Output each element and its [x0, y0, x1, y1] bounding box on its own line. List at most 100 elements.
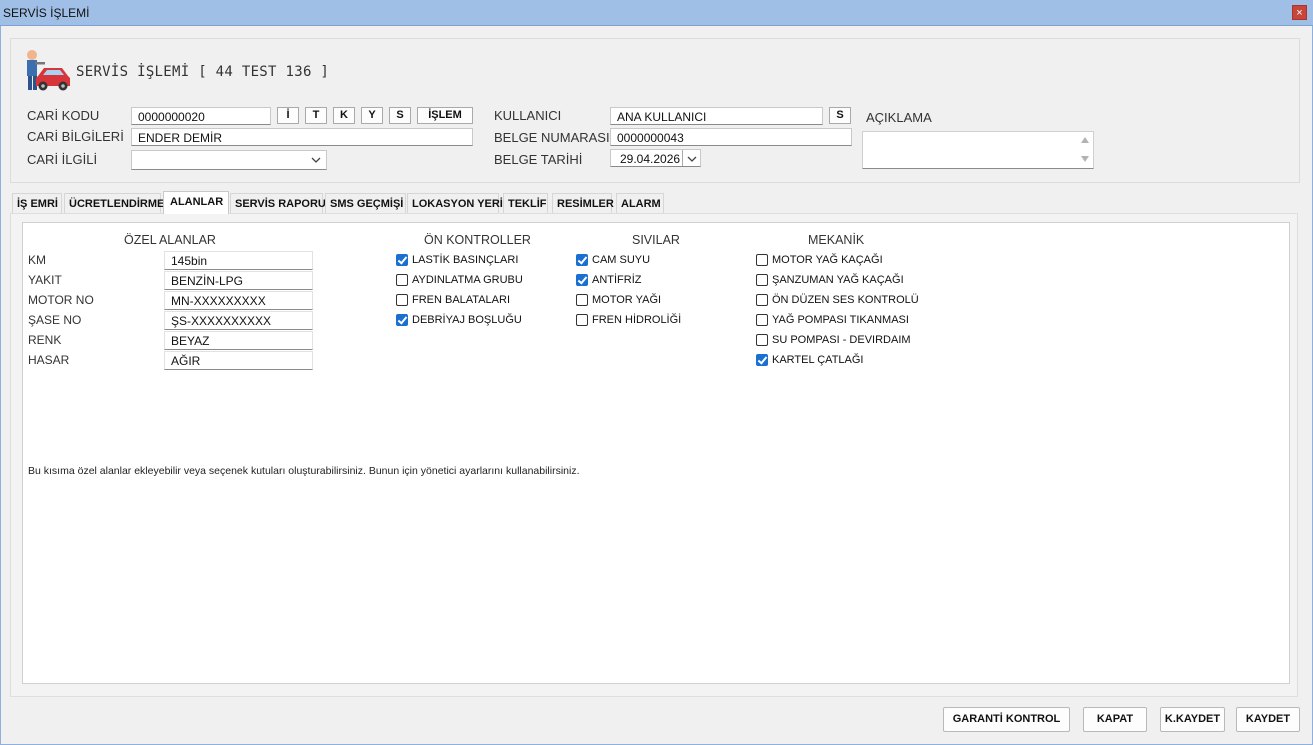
checkbox-item[interactable]: LASTİK BASINÇLARI [396, 252, 518, 268]
checkbox-checked-icon[interactable] [396, 314, 408, 326]
kapat-button[interactable]: KAPAT [1083, 707, 1147, 732]
cari-ilgili-select[interactable] [131, 150, 327, 170]
checkbox-label: ÖN DÜZEN SES KONTROLÜ [772, 294, 919, 306]
checkbox-item[interactable]: MOTOR YAĞI [576, 292, 661, 308]
field-hasar-input[interactable]: AĞIR [164, 351, 313, 370]
checkbox-item[interactable]: CAM SUYU [576, 252, 650, 268]
cari-bilgileri-input[interactable]: ENDER DEMİR [131, 128, 473, 146]
mechanic-car-icon [27, 50, 70, 91]
checkbox-item[interactable]: ŞANZUMAN YAĞ KAÇAĞI [756, 272, 904, 288]
field-label: ŞASE NO [28, 313, 82, 327]
checkbox-label: SU POMPASI - DEVIRDAIM [772, 334, 911, 346]
checkbox-unchecked-icon[interactable] [756, 334, 768, 346]
k-kaydet-button[interactable]: K.KAYDET [1160, 707, 1225, 732]
cari-s-button[interactable]: S [389, 107, 411, 124]
checkbox-label: MOTOR YAĞI [592, 294, 662, 306]
garanti-kontrol-button[interactable]: GARANTİ KONTROL [943, 707, 1070, 732]
belge-numarasi-input[interactable]: 0000000043 [610, 128, 852, 146]
tab-alarm[interactable]: ALARM [616, 193, 664, 213]
field-renk-input[interactable]: BEYAZ [164, 331, 313, 350]
tab-lokasyon-yeri[interactable]: LOKASYON YERİ [407, 193, 503, 213]
checkbox-item[interactable]: DEBRİYAJ BOŞLUĞU [396, 312, 522, 328]
cari-i-button[interactable]: İ [277, 107, 299, 124]
close-button[interactable]: × [1292, 5, 1307, 20]
checkbox-checked-icon[interactable] [756, 354, 768, 366]
field-motor-no-input[interactable]: MN-XXXXXXXXX [164, 291, 313, 310]
tab-resimler[interactable]: RESİMLER [552, 193, 614, 213]
checkbox-item[interactable]: AYDINLATMA GRUBU [396, 272, 523, 288]
kaydet-button[interactable]: KAYDET [1236, 707, 1300, 732]
islem-button[interactable]: İŞLEM [417, 107, 473, 124]
checkbox-item[interactable]: FREN HİDROLİĞİ [576, 312, 681, 328]
field-label: RENK [28, 333, 62, 347]
checkbox-unchecked-icon[interactable] [396, 274, 408, 286]
checkbox-unchecked-icon[interactable] [576, 314, 588, 326]
checkbox-unchecked-icon[interactable] [756, 314, 768, 326]
chevron-down-icon [311, 157, 321, 163]
cari-kodu-input[interactable]: 0000000020 [131, 107, 271, 125]
tab-alanlar[interactable]: ALANLAR [163, 191, 229, 214]
checkbox-unchecked-icon[interactable] [396, 294, 408, 306]
cari-t-button[interactable]: T [305, 107, 327, 124]
checkbox-label: ANTİFRİZ [592, 274, 642, 286]
mekanik-title: MEKANİK [808, 233, 865, 247]
title-bar: SERVİS İŞLEMİ × [0, 0, 1313, 26]
field-label: MOTOR NO [28, 293, 94, 307]
date-dropdown-button[interactable] [682, 150, 700, 166]
checkbox-label: CAM SUYU [592, 254, 651, 266]
checkbox-checked-icon[interactable] [576, 274, 588, 286]
checkbox-label: FREN BALATALARI [412, 294, 511, 306]
belge-numarasi-label: BELGE NUMARASI [494, 130, 610, 145]
kullanici-label: KULLANICI [494, 108, 562, 123]
checkbox-label: LASTİK BASINÇLARI [412, 254, 519, 266]
checkbox-item[interactable]: KARTEL ÇATLAĞI [756, 352, 864, 368]
cari-kodu-label: CARİ KODU [27, 108, 100, 123]
field-km-input[interactable]: 145bin [164, 251, 313, 270]
checkbox-unchecked-icon[interactable] [756, 274, 768, 286]
cari-k-button[interactable]: K [333, 107, 355, 124]
checkbox-item[interactable]: FREN BALATALARI [396, 292, 510, 308]
checkbox-item[interactable]: YAĞ POMPASI TIKANMASI [756, 312, 909, 328]
info-note: Bu kısıma özel alanlar ekleyebilir veya … [28, 465, 580, 477]
checkbox-item[interactable]: SU POMPASI - DEVIRDAIM [756, 332, 911, 348]
tab-ucretlendirme[interactable]: ÜCRETLENDİRME [64, 193, 164, 213]
checkbox-label: KARTEL ÇATLAĞI [772, 354, 864, 366]
checkbox-item[interactable]: MOTOR YAĞ KAÇAĞI [756, 252, 883, 268]
field-label: HASAR [28, 353, 70, 367]
aciklama-scrollbar[interactable] [1077, 132, 1093, 168]
belge-tarihi-label: BELGE TARİHİ [494, 152, 583, 167]
field-label: KM [28, 253, 46, 267]
tab-sms-gecmisi[interactable]: SMS GEÇMİŞİ [325, 193, 406, 213]
field-yakit-input[interactable]: BENZİN-LPG [164, 271, 313, 290]
on-kontroller-title: ÖN KONTROLLER [424, 233, 531, 247]
checkbox-checked-icon[interactable] [576, 254, 588, 266]
scroll-up-icon[interactable] [1081, 137, 1089, 143]
sivilar-title: SIVILAR [632, 233, 680, 247]
checkbox-label: MOTOR YAĞ KAÇAĞI [772, 254, 883, 266]
checkbox-unchecked-icon[interactable] [576, 294, 588, 306]
tab-servis-raporu[interactable]: SERVİS RAPORU [230, 193, 326, 213]
tab-is-emri[interactable]: İŞ EMRİ [12, 193, 62, 213]
checkbox-unchecked-icon[interactable] [756, 254, 768, 266]
kullanici-input[interactable]: ANA KULLANICI [610, 107, 823, 125]
cari-y-button[interactable]: Y [361, 107, 383, 124]
checkbox-unchecked-icon[interactable] [756, 294, 768, 306]
checkbox-label: ŞANZUMAN YAĞ KAÇAĞI [772, 274, 904, 286]
checkbox-label: AYDINLATMA GRUBU [412, 274, 523, 286]
scroll-down-icon[interactable] [1081, 156, 1089, 162]
checkbox-label: FREN HİDROLİĞİ [592, 314, 682, 326]
checkbox-item[interactable]: ANTİFRİZ [576, 272, 642, 288]
cari-bilgileri-label: CARİ BİLGİLERİ [27, 129, 124, 144]
tab-teklif[interactable]: TEKLİF [503, 193, 548, 213]
kullanici-s-button[interactable]: S [829, 107, 851, 124]
ozel-alanlar-title: ÖZEL ALANLAR [124, 233, 216, 247]
belge-tarihi-picker[interactable]: 29.04.2026 [610, 149, 701, 167]
cari-ilgili-label: CARİ İLGİLİ [27, 152, 98, 167]
window-title: SERVİS İŞLEMİ [3, 6, 90, 20]
aciklama-textarea[interactable] [862, 131, 1094, 169]
checkbox-checked-icon[interactable] [396, 254, 408, 266]
checkbox-item[interactable]: ÖN DÜZEN SES KONTROLÜ [756, 292, 919, 308]
field-label: YAKIT [28, 273, 62, 287]
checkbox-label: DEBRİYAJ BOŞLUĞU [412, 314, 522, 326]
field-sase-no-input[interactable]: ŞS-XXXXXXXXXX [164, 311, 313, 330]
